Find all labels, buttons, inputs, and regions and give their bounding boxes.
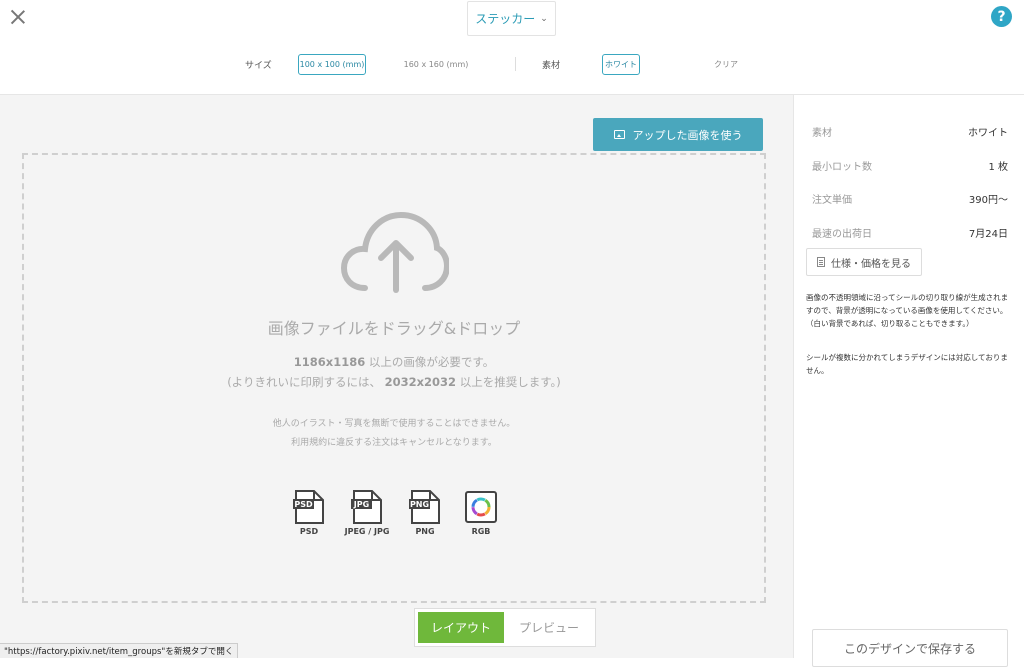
view-spec-price-button[interactable]: 仕様・価格を見る — [806, 248, 922, 276]
jpg-file-icon: JPG — [351, 490, 382, 524]
tab-layout[interactable]: レイアウト — [418, 612, 504, 643]
format-caption: RGB — [471, 527, 491, 536]
copyright-notice: 他人のイラスト・写真を無断で使用することはできません。 — [272, 419, 516, 429]
option-divider — [515, 57, 516, 71]
size-option-160[interactable]: 160 x 160 (mm) — [400, 54, 472, 75]
format-caption: JPEG / JPG — [344, 527, 390, 536]
jpg-badge: JPG — [353, 500, 369, 509]
recommended-size-value: 2032x2032 — [384, 375, 457, 389]
document-icon — [817, 257, 825, 267]
spec-key: 最速の出荷日 — [812, 229, 872, 240]
recommended-size-requirement: (よりきれいに印刷するには、 2032x2032 以上を推奨します。) — [22, 374, 766, 390]
spec-key: 最小ロット数 — [812, 162, 872, 173]
cloud-upload-icon — [341, 211, 449, 293]
use-uploaded-image-label: アップした画像を使う — [632, 128, 743, 142]
spec-value: ホワイト — [968, 128, 1008, 139]
psd-badge: PSD — [294, 500, 313, 509]
format-jpg: JPG JPEG / JPG — [337, 490, 397, 536]
format-caption: PNG — [415, 527, 435, 536]
min-size-value: 1186x1186 — [293, 355, 366, 369]
size-label: サイズ — [245, 61, 272, 71]
tab-preview[interactable]: プレビュー — [506, 612, 592, 643]
material-option-clear[interactable]: クリア — [706, 54, 746, 75]
help-icon[interactable]: ? — [991, 6, 1012, 27]
psd-file-icon: PSD — [293, 490, 324, 524]
drop-instruction-title: 画像ファイルをドラッグ&ドロップ — [267, 319, 521, 338]
spec-row-ship-date: 最速の出荷日 7月24日 — [812, 225, 1008, 240]
terms-notice: 利用規約に違反する注文はキャンセルとなります。 — [291, 438, 497, 448]
spec-value: 390円〜 — [968, 195, 1008, 206]
split-design-notice: シールが複数に分かれてしまうデザインには対応しておりません。 — [806, 353, 1008, 375]
spec-row-material: 素材 ホワイト — [812, 124, 1008, 139]
product-type-label: ステッカー — [475, 12, 536, 26]
material-option-white[interactable]: ホワイト — [602, 54, 640, 75]
format-png: PNG PNG — [395, 490, 455, 536]
view-spec-price-label: 仕様・価格を見る — [831, 258, 911, 270]
spec-row-unit-price: 注文単価 390円〜 — [812, 191, 1008, 206]
image-icon — [613, 130, 625, 139]
product-type-dropdown[interactable]: ステッカー ⌄ — [467, 1, 556, 36]
use-uploaded-image-button[interactable]: アップした画像を使う — [593, 118, 763, 151]
spec-key: 注文単価 — [812, 195, 852, 206]
spec-row-min-lot: 最小ロット数 1 枚 — [812, 158, 1008, 173]
recommended-size-suffix: 以上を推奨します。) — [456, 375, 561, 389]
png-file-icon: PNG — [409, 490, 440, 524]
chevron-down-icon: ⌄ — [540, 13, 548, 24]
save-design-button[interactable]: このデザインで保存する — [812, 629, 1008, 667]
view-mode-toggle: レイアウト プレビュー — [414, 608, 596, 647]
spec-value: 7月24日 — [968, 229, 1008, 240]
spec-value: 1 枚 — [988, 162, 1008, 173]
png-badge: PNG — [410, 500, 429, 509]
close-icon[interactable] — [8, 7, 28, 27]
format-psd: PSD PSD — [279, 490, 339, 536]
cut-line-description: 画像の不透明領域に沿ってシールの切り取り線が生成されますので、背景が透明になって… — [806, 293, 1009, 328]
min-size-requirement: 1186x1186 以上の画像が必要です。 — [22, 354, 766, 370]
link-status-bar: "https://factory.pixiv.net/item_groups"を… — [0, 643, 239, 658]
recommended-size-prefix: (よりきれいに印刷するには、 — [227, 375, 385, 389]
format-rgb: RGB — [451, 490, 511, 536]
format-caption: PSD — [299, 527, 319, 536]
material-label: 素材 — [542, 61, 561, 71]
rgb-color-wheel-icon — [465, 491, 497, 523]
min-size-text: 以上の画像が必要です。 — [365, 355, 495, 369]
size-option-100[interactable]: 100 x 100 (mm) — [298, 54, 366, 75]
spec-key: 素材 — [812, 128, 832, 139]
